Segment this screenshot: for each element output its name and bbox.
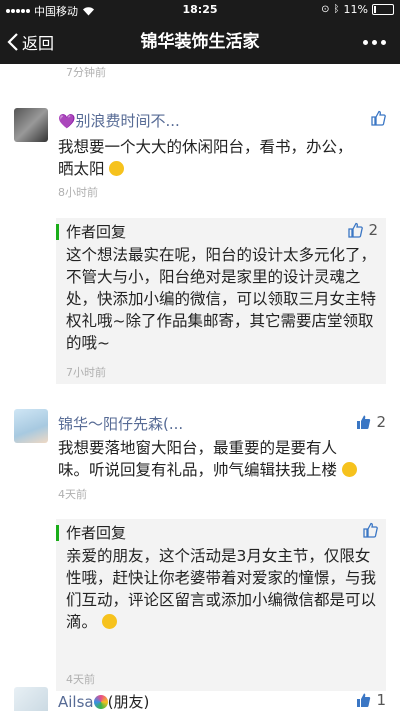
like-button[interactable]: 2 [355, 413, 386, 431]
page-title: 锦华装饰生活家 [140, 32, 260, 52]
reply-accent [56, 224, 59, 240]
avatar[interactable] [14, 687, 48, 711]
reply-label: 作者回复 [66, 524, 127, 542]
bluetooth-icon: ᛒ [333, 4, 340, 15]
like-count: 1 [376, 691, 386, 709]
lollipop-icon [93, 695, 108, 709]
reply-time: 7小时前 [66, 366, 106, 379]
comment-list: 7分钟前 💜别浪费时间不... 我想要一个大大的休闲阳台，看书，办公，晒太阳 8… [0, 64, 400, 711]
battery-icon [372, 4, 394, 15]
thumb-up-filled-icon [357, 415, 371, 429]
author-reply: 作者回复 亲爱的朋友，这个活动是3月女主节，仅限女性哦，赶快让你老婆带着对爱家的… [56, 519, 386, 691]
comment-username[interactable]: Ailsa (朋友) [58, 691, 149, 711]
like-button[interactable]: 2 [347, 221, 378, 239]
comment-time: 4天前 [58, 488, 87, 501]
chevron-left-icon [7, 33, 18, 51]
comment-time: 7分钟前 [66, 66, 106, 79]
thumb-up-filled-icon [357, 693, 371, 707]
like-count: 2 [376, 413, 386, 431]
reply-text: 这个想法最实在呢，阳台的设计太多元化了，不管大与小，阳台绝对是家里的设计灵魂之处… [66, 246, 377, 352]
author-reply: 作者回复 2 这个想法最实在呢，阳台的设计太多元化了，不管大与小，阳台绝对是家里… [56, 218, 386, 384]
like-count: 2 [368, 221, 378, 239]
smile-emoji-icon [109, 161, 125, 176]
status-bar: 中国移动 18:25 ⊙ ᛒ 11% [0, 0, 400, 20]
avatar[interactable] [14, 108, 48, 142]
thumb-up-icon [363, 522, 378, 538]
comment-text: 我想要一个大大的休闲阳台，看书，办公，晒太阳 [58, 138, 353, 178]
like-button[interactable]: 1 [355, 691, 386, 709]
like-button[interactable] [370, 110, 386, 126]
reply-time: 4天前 [66, 673, 95, 686]
reply-text: 亲爱的朋友，这个活动是3月女主节，仅限女性哦，赶快让你老婆带着对爱家的憧憬，与我… [66, 547, 377, 631]
back-button[interactable]: 返回 [6, 20, 54, 64]
more-button[interactable] [363, 20, 386, 64]
grimace-emoji-icon [341, 462, 357, 477]
back-label: 返回 [22, 34, 55, 53]
reply-accent [56, 525, 59, 541]
battery-percent: 11% [343, 3, 368, 16]
comment-username[interactable]: 锦华～阳仔先森(... [58, 413, 183, 434]
lock-rotation-icon: ⊙ [321, 4, 330, 15]
nav-bar: 返回 锦华装饰生活家 [0, 20, 400, 64]
smile-emoji-icon [101, 614, 117, 629]
avatar[interactable] [14, 409, 48, 443]
reply-label: 作者回复 [66, 223, 127, 241]
comment-time: 8小时前 [58, 186, 98, 199]
purple-heart-icon: 💜 [58, 114, 76, 130]
thumb-up-icon [348, 222, 364, 238]
comment-username[interactable]: 💜别浪费时间不... [58, 110, 180, 131]
thumb-up-icon [371, 110, 386, 126]
like-button[interactable] [362, 522, 378, 538]
comment-text: 我想要落地窗大阳台，最重要的是要有人味。听说回复有礼品，帅气编辑扶我上楼 [58, 437, 358, 481]
